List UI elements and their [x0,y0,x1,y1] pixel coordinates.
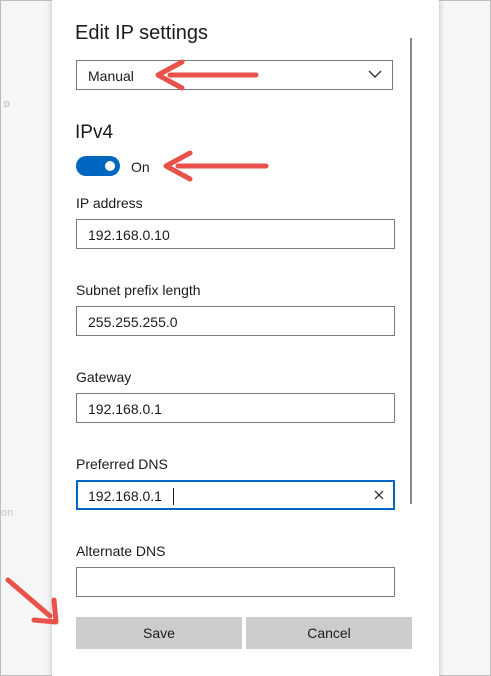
ipv4-toggle-label: On [131,159,150,175]
toggle-knob [105,161,115,171]
scrollbar[interactable] [410,38,412,504]
preferred-dns-value: 192.168.0.1 [88,488,162,504]
save-button[interactable]: Save [76,617,242,649]
subnet-prefix-field[interactable]: 255.255.255.0 [76,306,395,336]
edit-ip-settings-dialog: Edit IP settings Manual IPv4 On IP addre… [52,0,439,676]
clear-icon[interactable] [374,490,384,500]
subnet-prefix-label: Subnet prefix length [76,282,201,298]
ip-address-value: 192.168.0.10 [88,227,170,243]
background-glyph: ອ [3,98,10,110]
chevron-down-icon [368,70,382,78]
gateway-value: 192.168.0.1 [88,401,162,417]
cancel-button[interactable]: Cancel [246,617,412,649]
alternate-dns-field[interactable] [76,567,395,597]
ipv4-section-title: IPv4 [75,122,114,143]
ip-address-field[interactable]: 192.168.0.10 [76,219,395,249]
ipv4-toggle[interactable] [76,156,120,176]
preferred-dns-label: Preferred DNS [76,456,168,472]
annotation-arrow-toggle [163,150,269,182]
ip-mode-value: Manual [88,68,134,84]
subnet-prefix-value: 255.255.255.0 [88,314,178,330]
dialog-title: Edit IP settings [75,22,209,44]
gateway-label: Gateway [76,369,132,385]
preferred-dns-field[interactable]: 192.168.0.1 [76,480,395,510]
annotation-arrow-save [5,577,59,625]
annotation-arrow-select [155,59,259,91]
background-glyph: on [1,507,14,519]
ip-address-label: IP address [76,195,143,211]
gateway-field[interactable]: 192.168.0.1 [76,393,395,423]
text-caret [173,488,174,505]
alternate-dns-label: Alternate DNS [76,543,166,559]
